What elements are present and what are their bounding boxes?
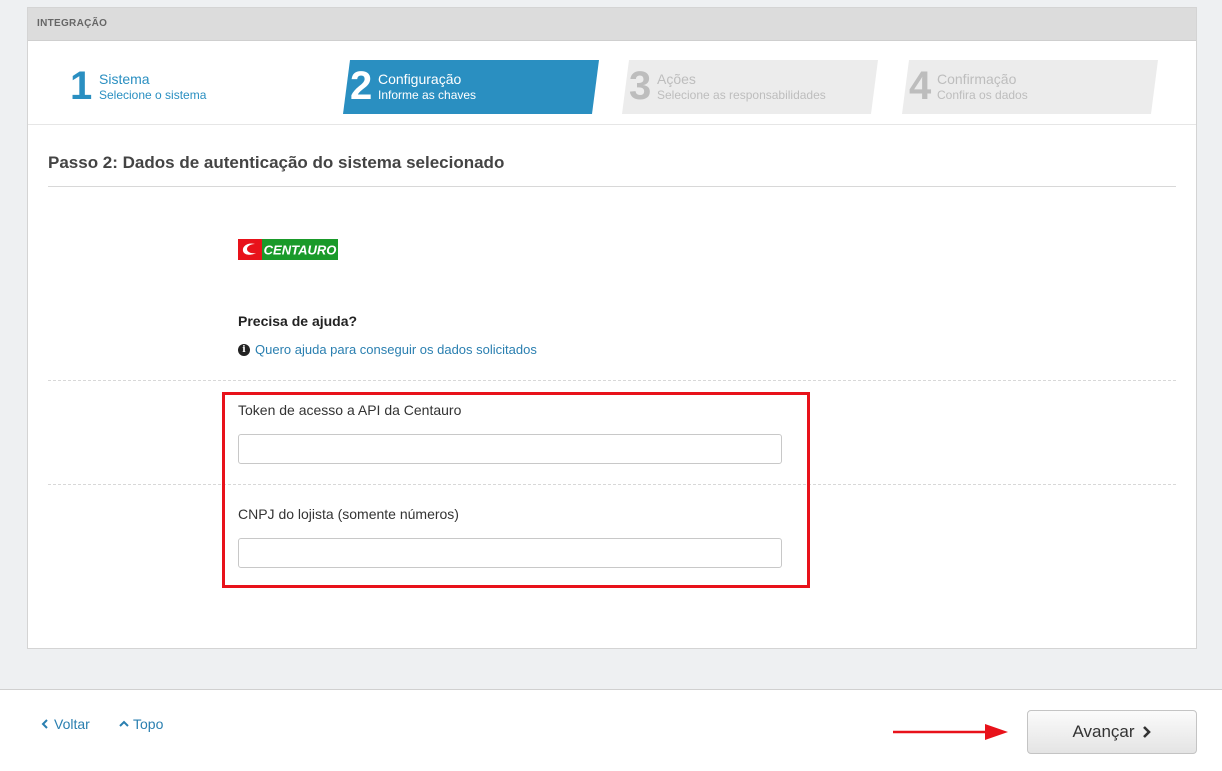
step-number: 4 bbox=[909, 64, 932, 108]
info-icon: i bbox=[238, 343, 250, 356]
step-subtitle: Selecione as responsabilidades bbox=[657, 88, 826, 102]
wizard-steps: 1 Sistema Selecione o sistema 2 Configur… bbox=[28, 41, 1196, 125]
step-number: 3 bbox=[629, 64, 652, 108]
logo-text: CENTAURO bbox=[264, 243, 337, 258]
chevron-up-icon bbox=[119, 720, 129, 727]
help-link[interactable]: i Quero ajuda para conseguir os dados so… bbox=[238, 342, 537, 357]
footer: Voltar Topo Avançar bbox=[0, 690, 1222, 771]
back-link[interactable]: Voltar bbox=[40, 716, 90, 732]
step-active-background bbox=[343, 60, 599, 114]
step-subtitle: Informe as chaves bbox=[378, 88, 477, 102]
divider bbox=[48, 186, 1176, 187]
dashed-divider bbox=[48, 380, 1176, 381]
step-title: Confirmação bbox=[937, 71, 1017, 87]
token-input[interactable] bbox=[238, 434, 782, 464]
top-link[interactable]: Topo bbox=[119, 716, 163, 732]
chevron-right-icon bbox=[1142, 726, 1151, 738]
page-title: Passo 2: Dados de autenticação do sistem… bbox=[48, 153, 505, 172]
step-subtitle: Confira os dados bbox=[937, 88, 1028, 102]
panel-header: INTEGRAÇÃO bbox=[28, 8, 1196, 41]
top-label: Topo bbox=[133, 716, 164, 732]
cnpj-label: CNPJ do lojista (somente números) bbox=[238, 506, 459, 522]
next-button[interactable]: Avançar bbox=[1027, 710, 1197, 754]
step-title: Sistema bbox=[99, 71, 150, 87]
help-title: Precisa de ajuda? bbox=[238, 313, 358, 329]
step-title: Ações bbox=[657, 71, 696, 87]
annotation-arrow bbox=[893, 724, 1008, 740]
step-number: 1 bbox=[70, 64, 93, 108]
step-pending-background bbox=[622, 60, 878, 114]
next-label: Avançar bbox=[1072, 722, 1135, 741]
help-link-label: Quero ajuda para conseguir os dados soli… bbox=[255, 342, 537, 357]
integration-panel: INTEGRAÇÃO 1 Sistema Selecione o sistema… bbox=[27, 7, 1197, 649]
centauro-logo: CENTAURO bbox=[238, 239, 338, 260]
cnpj-input[interactable] bbox=[238, 538, 782, 568]
step-number: 2 bbox=[350, 64, 373, 108]
step-pending-background bbox=[902, 60, 1158, 114]
chevron-left-icon bbox=[41, 719, 48, 729]
token-label: Token de acesso a API da Centauro bbox=[238, 402, 462, 418]
step-confirmacao: 4 Confirmação Confira os dados bbox=[902, 60, 1158, 114]
back-label: Voltar bbox=[54, 716, 90, 732]
step-sistema[interactable]: 1 Sistema Selecione o sistema bbox=[68, 60, 308, 114]
step-configuracao[interactable]: 2 Configuração Informe as chaves bbox=[343, 60, 599, 114]
step-title: Configuração bbox=[378, 71, 462, 87]
step-acoes: 3 Ações Selecione as responsabilidades bbox=[622, 60, 878, 114]
dashed-divider bbox=[48, 484, 1176, 485]
step-subtitle: Selecione o sistema bbox=[99, 88, 207, 102]
